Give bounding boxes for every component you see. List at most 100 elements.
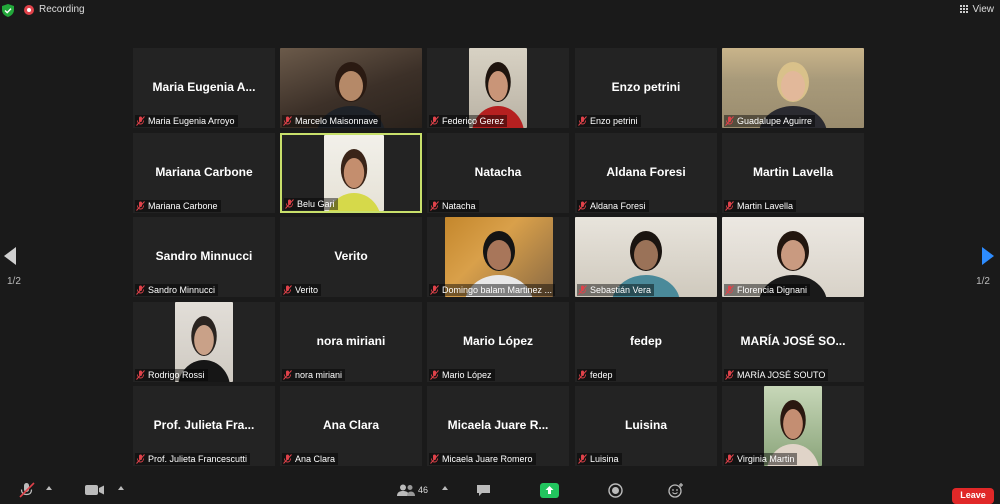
participant-tile[interactable]: MARÍA JOSÉ SO... MARÍA JOSÉ SOUTO (722, 302, 864, 382)
muted-mic-icon (725, 201, 734, 211)
participant-display-name: Enzo petrini (611, 80, 681, 94)
participant-nameplate: Micaela Juare Romero (429, 453, 536, 465)
participant-name-label: nora miriani (295, 370, 343, 380)
participant-display-name: Verito (334, 249, 368, 263)
participant-name-label: Micaela Juare Romero (442, 454, 533, 464)
participant-tile[interactable]: Prof. Julieta Fra... Prof. Julieta France… (133, 386, 275, 466)
participant-tile[interactable]: Maria Eugenia A... Maria Eugenia Arroyo (133, 48, 275, 128)
participant-tile[interactable]: Aldana Foresi Aldana Foresi (575, 133, 717, 213)
participant-name-label: Belu Gari (297, 199, 335, 209)
participant-nameplate: Domingo balam Martinez ... (429, 284, 556, 296)
video-camera-icon[interactable] (85, 484, 105, 496)
muted-mic-icon (430, 370, 439, 380)
participant-tile[interactable]: Guadalupe Aguirre (722, 48, 864, 128)
participant-tile[interactable]: Rodrigo Rossi (133, 302, 275, 382)
participant-tile[interactable]: Martin Lavella Martin Lavella (722, 133, 864, 213)
participant-display-name: Martin Lavella (752, 165, 834, 179)
participants-options-caret-icon[interactable] (442, 486, 448, 490)
participant-tile[interactable]: nora miriani nora miriani (280, 302, 422, 382)
participant-tile[interactable]: Verito Verito (280, 217, 422, 297)
participant-nameplate: Maria Eugenia Arroyo (135, 115, 238, 127)
muted-mic-icon (136, 201, 145, 211)
share-screen-icon[interactable] (540, 483, 559, 498)
participant-name-label: Guadalupe Aguirre (737, 116, 813, 126)
participants-icon[interactable] (397, 484, 415, 496)
participant-nameplate: Natacha (429, 200, 479, 212)
participant-name-label: Sandro Minnucci (148, 285, 216, 295)
participant-nameplate: Virginia Martin (724, 453, 798, 465)
participant-name-label: Ana Clara (295, 454, 336, 464)
recording-icon (24, 4, 34, 15)
muted-mic-icon (725, 454, 734, 464)
participant-display-name: Mario López (462, 334, 533, 348)
participant-nameplate: Guadalupe Aguirre (724, 115, 816, 127)
participant-tile[interactable]: Virginia Martin (722, 386, 864, 466)
participant-tile[interactable]: Federico Gerez (427, 48, 569, 128)
participant-nameplate: Belu Gari (284, 198, 338, 210)
participant-nameplate: MARÍA JOSÉ SOUTO (724, 369, 829, 381)
participant-display-name: Ana Clara (322, 418, 380, 432)
audio-options-caret-icon[interactable] (46, 486, 52, 490)
participant-nameplate: Aldana Foresi (577, 200, 649, 212)
record-icon[interactable] (608, 483, 623, 498)
participant-tile[interactable]: Luisina Luisina (575, 386, 717, 466)
leave-button[interactable]: Leave (952, 488, 994, 504)
participant-nameplate: Luisina (577, 453, 622, 465)
muted-mic-icon (725, 370, 734, 380)
recording-indicator[interactable]: Recording (24, 4, 85, 15)
chat-icon[interactable] (476, 484, 491, 497)
participant-tile[interactable]: Natacha Natacha (427, 133, 569, 213)
participant-nameplate: Sebastián Vera (577, 284, 655, 296)
participant-tile[interactable]: Marcelo Maisonnave (280, 48, 422, 128)
participant-nameplate: Martin Lavella (724, 200, 797, 212)
participants-count: 46 (418, 485, 429, 495)
participant-nameplate: Enzo petrini (577, 115, 641, 127)
participant-tile[interactable]: Belu Gari (280, 133, 422, 213)
participant-nameplate: Florencia Dignani (724, 284, 811, 296)
participant-name-label: Marcelo Maisonnave (295, 116, 379, 126)
participant-tile[interactable]: Domingo balam Martinez ... (427, 217, 569, 297)
next-page-arrow-icon[interactable] (982, 247, 994, 265)
participant-name-label: Natacha (442, 201, 476, 211)
muted-mic-icon (430, 285, 439, 295)
muted-mic-icon (430, 116, 439, 126)
muted-mic-icon (136, 285, 145, 295)
muted-mic-icon (283, 116, 292, 126)
muted-mic-icon (430, 454, 439, 464)
participant-tile[interactable]: Enzo petrini Enzo petrini (575, 48, 717, 128)
participant-nameplate: nora miriani (282, 369, 346, 381)
video-options-caret-icon[interactable] (118, 486, 124, 490)
meeting-toolbar: 46 Leave (0, 478, 1000, 504)
muted-mic-icon (283, 454, 292, 464)
participant-display-name: Sandro Minnucci (155, 249, 253, 263)
participant-tile[interactable]: Florencia Dignani (722, 217, 864, 297)
muted-mic-icon (578, 454, 587, 464)
participant-name-label: Martin Lavella (737, 201, 794, 211)
participant-tile[interactable]: Sandro Minnucci Sandro Minnucci (133, 217, 275, 297)
participant-display-name: Natacha (474, 165, 522, 179)
muted-mic-icon (725, 285, 734, 295)
participant-tile[interactable]: Mario López Mario López (427, 302, 569, 382)
muted-mic-icon (725, 116, 734, 126)
reactions-icon[interactable] (668, 483, 684, 498)
participant-tile[interactable]: Sebastián Vera (575, 217, 717, 297)
participant-tile[interactable]: Micaela Juare R... Micaela Juare Romero (427, 386, 569, 466)
muted-mic-icon (283, 285, 292, 295)
participant-name-label: Enzo petrini (590, 116, 638, 126)
participant-name-label: Sebastián Vera (590, 285, 652, 295)
security-shield-icon[interactable] (2, 4, 14, 17)
participant-tile[interactable]: Ana Clara Ana Clara (280, 386, 422, 466)
muted-mic-icon (578, 201, 587, 211)
view-button[interactable]: View (959, 4, 994, 15)
participant-name-label: Prof. Julieta Francescutti (148, 454, 248, 464)
muted-mic-icon (578, 116, 587, 126)
participant-tile[interactable]: fedep fedep (575, 302, 717, 382)
participant-nameplate: Federico Gerez (429, 115, 508, 127)
participant-display-name: MARÍA JOSÉ SO... (740, 334, 846, 348)
previous-page-arrow-icon[interactable] (4, 247, 16, 265)
participant-tile[interactable]: Mariana Carbone Mariana Carbone (133, 133, 275, 213)
participant-display-name: Mariana Carbone (155, 165, 253, 179)
participant-nameplate: Verito (282, 284, 322, 296)
unmute-mic-icon[interactable] (18, 482, 36, 498)
participant-name-label: Mario López (442, 370, 492, 380)
